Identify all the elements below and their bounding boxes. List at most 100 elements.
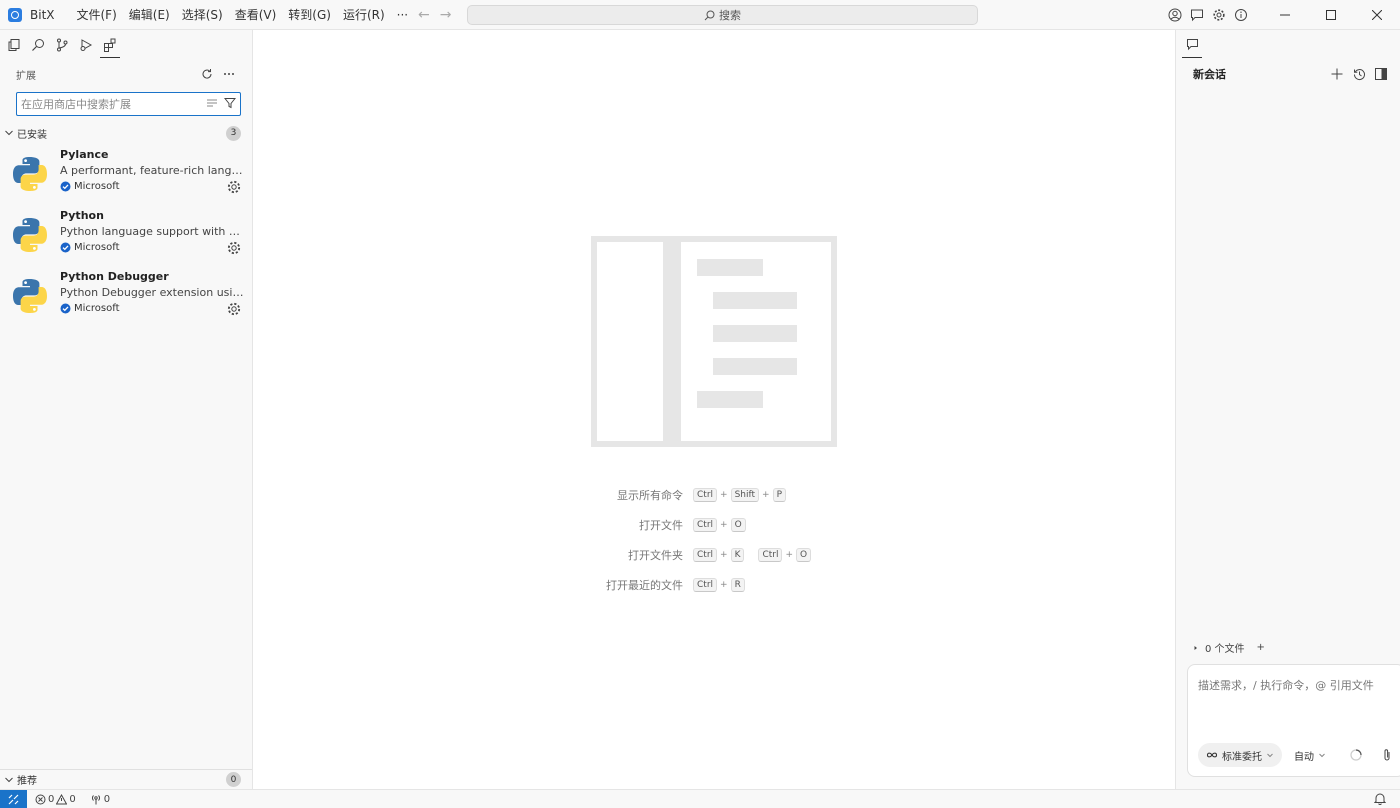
- menu-selection[interactable]: 选择(S): [176, 0, 229, 30]
- shortcut-row-open-folder[interactable]: 打开文件夹 Ctrl + K Ctrl + O: [253, 540, 1175, 570]
- menu-file[interactable]: 文件(F): [71, 0, 123, 30]
- extension-description: Python language support with extension a…: [60, 225, 244, 238]
- history-icon[interactable]: [1348, 63, 1370, 85]
- menu-go[interactable]: 转到(G): [282, 0, 337, 30]
- menu-more[interactable]: ···: [391, 0, 414, 30]
- extension-publisher: Microsoft: [60, 303, 120, 314]
- nav-arrows: ← →: [418, 0, 451, 30]
- recommended-section-header[interactable]: 推荐 0: [0, 769, 252, 789]
- notifications-bell-icon[interactable]: [1373, 792, 1387, 808]
- new-chat-plus-icon[interactable]: [1326, 63, 1348, 85]
- keybinding: Ctrl + O: [693, 518, 746, 532]
- key-cap: R: [730, 578, 745, 592]
- account-icon[interactable]: [1164, 0, 1186, 30]
- maximize-button[interactable]: [1308, 0, 1354, 30]
- menu-view[interactable]: 查看(V): [229, 0, 283, 30]
- status-bar: 0 0 0: [0, 789, 1400, 808]
- chat-input-toolbar: 标准委托 自动: [1198, 743, 1392, 767]
- filter-icon[interactable]: [223, 97, 237, 112]
- chevron-down-icon: [1319, 753, 1325, 758]
- app-logo-icon: [8, 7, 22, 22]
- settings-gear-icon[interactable]: [1208, 0, 1230, 30]
- chat-toggle-icon[interactable]: [1186, 0, 1208, 30]
- chat-tab-bar: [1176, 30, 1400, 60]
- model-selector[interactable]: 自动: [1294, 748, 1326, 763]
- manage-gear-icon[interactable]: [226, 240, 242, 256]
- extension-description: A performant, feature-rich language serv…: [60, 164, 244, 177]
- search-view-icon[interactable]: [28, 32, 48, 58]
- extensions-title: 扩展: [16, 70, 36, 82]
- attach-paperclip-icon[interactable]: [1382, 748, 1392, 762]
- python-logo-icon: [13, 157, 47, 191]
- extension-item-python[interactable]: Python Python language support with exte…: [0, 205, 252, 266]
- close-window-button[interactable]: [1354, 0, 1400, 30]
- explorer-icon[interactable]: [4, 32, 24, 58]
- title-bar: BitX 文件(F) 编辑(E) 选择(S) 查看(V) 转到(G) 运行(R)…: [0, 0, 1400, 30]
- chat-message-input[interactable]: [1198, 677, 1398, 727]
- extensions-view-icon[interactable]: [100, 32, 120, 58]
- command-search-box[interactable]: 搜索: [467, 5, 978, 25]
- minimize-button[interactable]: [1262, 0, 1308, 30]
- recommended-count-badge: 0: [226, 772, 241, 787]
- forward-arrow-icon[interactable]: →: [440, 7, 452, 23]
- shortcut-row-open-file[interactable]: 打开文件 Ctrl + O: [253, 510, 1175, 540]
- chevron-down-icon: [1267, 753, 1273, 758]
- search-placeholder: 搜索: [719, 9, 741, 22]
- title-bar-actions: [1164, 0, 1400, 30]
- shortcut-hints: 显示所有命令 Ctrl + Shift + P 打开文件 Ctrl + O 打开…: [253, 480, 1175, 600]
- shortcut-label: 打开文件夹: [628, 549, 683, 562]
- manage-gear-icon[interactable]: [226, 179, 242, 195]
- python-logo-icon: [13, 218, 47, 252]
- chat-title: 新会话: [1193, 68, 1226, 81]
- back-arrow-icon[interactable]: ←: [418, 7, 430, 23]
- menu-edit[interactable]: 编辑(E): [123, 0, 176, 30]
- key-cap: Shift: [730, 488, 760, 502]
- shortcut-row-show-commands[interactable]: 显示所有命令 Ctrl + Shift + P: [253, 480, 1175, 510]
- verified-badge-icon: [60, 181, 71, 192]
- keybinding: Ctrl + R: [693, 578, 745, 592]
- add-file-button[interactable]: +: [1257, 642, 1265, 653]
- broadcast-icon: [91, 794, 100, 804]
- run-debug-icon[interactable]: [76, 32, 96, 58]
- refresh-icon[interactable]: [196, 63, 218, 85]
- extension-publisher: Microsoft: [60, 181, 120, 192]
- toggle-panel-icon[interactable]: [1370, 63, 1392, 85]
- mode-selector[interactable]: 标准委托: [1198, 743, 1282, 767]
- infinity-icon: [1206, 752, 1218, 758]
- ports-indicator[interactable]: 0: [90, 794, 110, 805]
- error-icon: [35, 794, 46, 804]
- manage-gear-icon[interactable]: [226, 301, 242, 317]
- shortcut-label: 打开最近的文件: [606, 579, 683, 592]
- chat-tab-icon[interactable]: [1182, 32, 1202, 58]
- editor-area: 显示所有命令 Ctrl + Shift + P 打开文件 Ctrl + O 打开…: [253, 30, 1175, 789]
- key-cap: Ctrl: [758, 548, 783, 562]
- remote-icon: [8, 794, 19, 804]
- source-control-icon[interactable]: [52, 32, 72, 58]
- key-cap: Ctrl: [693, 518, 718, 532]
- problems-indicator[interactable]: 0 0: [35, 793, 76, 805]
- extension-search-input[interactable]: [21, 97, 206, 111]
- extension-item-pylance[interactable]: Pylance A performant, feature-rich langu…: [0, 144, 252, 205]
- extension-search-field[interactable]: [16, 92, 241, 116]
- shortcut-row-open-recent[interactable]: 打开最近的文件 Ctrl + R: [253, 570, 1175, 600]
- extensions-header: 扩展: [0, 60, 252, 88]
- key-cap: Ctrl: [693, 578, 718, 592]
- publisher-name: Microsoft: [74, 303, 120, 314]
- key-cap: Ctrl: [693, 488, 718, 502]
- publisher-name: Microsoft: [74, 242, 120, 253]
- extension-item-python-debugger[interactable]: Python Debugger Python Debugger extensio…: [0, 266, 252, 327]
- keybinding: Ctrl + Shift + P: [693, 488, 787, 502]
- clear-filter-icon[interactable]: [206, 97, 218, 111]
- keybinding: Ctrl + K Ctrl + O: [693, 548, 812, 562]
- more-actions-icon[interactable]: [218, 63, 240, 85]
- installed-section-header[interactable]: 已安装 3: [0, 122, 252, 144]
- chevron-right-icon[interactable]: [1193, 644, 1199, 652]
- verified-badge-icon: [60, 303, 71, 314]
- menu-run[interactable]: 运行(R): [337, 0, 391, 30]
- chat-header: 新会话: [1176, 60, 1400, 88]
- installed-count-badge: 3: [226, 125, 241, 141]
- remote-connection-button[interactable]: [0, 789, 27, 808]
- python-logo-icon: [13, 279, 47, 313]
- info-icon[interactable]: [1230, 0, 1252, 30]
- chevron-down-icon: [5, 777, 13, 782]
